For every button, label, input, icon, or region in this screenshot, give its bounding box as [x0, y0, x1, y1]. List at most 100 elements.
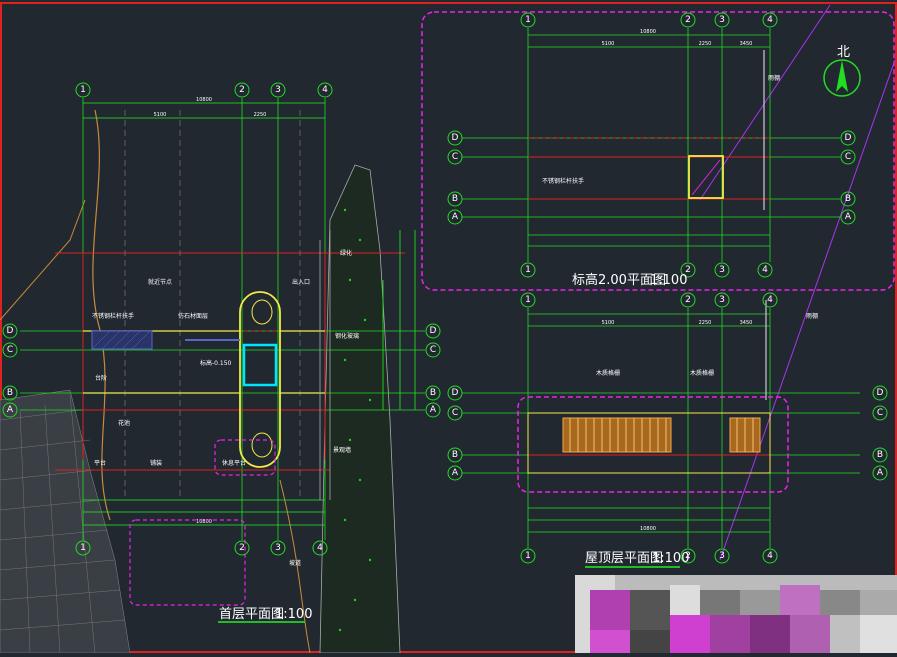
f2-axis-3-b: 3 — [719, 265, 725, 275]
floor2-dim-d1: 5100 — [602, 41, 615, 47]
floor2-axis-lines — [462, 28, 840, 262]
dim-d1-top: 5100 — [154, 112, 167, 118]
roof-dim-d1: 5100 — [602, 320, 615, 326]
axis-B: B — [7, 388, 13, 398]
floor2-axis-top: 1 2 3 4 — [520, 12, 778, 28]
axis-2: 2 — [239, 85, 245, 95]
floor1-plan: 10800 5100 2250 10800 1 2 3 4 1 2 3 4 D … — [0, 82, 441, 654]
floor1-axis-right: D C B A — [425, 323, 441, 418]
floor1-axis-top: 1 2 3 4 — [75, 82, 333, 98]
pixelated-watermark — [575, 575, 897, 653]
roof-dim-d2: 2250 — [699, 320, 712, 326]
roof-axis-top: 1 2 3 4 — [520, 292, 778, 308]
axis-3: 3 — [275, 85, 281, 95]
note-entry-node: 就近节点 — [148, 278, 172, 286]
glass-box — [242, 343, 278, 387]
axis-C: C — [7, 345, 13, 355]
note-green: 绿化 — [340, 249, 352, 257]
r-axis-B: B — [452, 450, 458, 460]
axis-3-b: 3 — [275, 543, 281, 553]
capsule-bottom-circle — [251, 432, 273, 458]
f2-axis-B: B — [452, 194, 458, 204]
f2-axis-1: 1 — [525, 15, 531, 25]
dim-total-top: 10800 — [196, 97, 212, 103]
floor2-stair-line — [691, 159, 721, 196]
capsule-core — [239, 291, 281, 468]
dim-d2-top: 2250 — [254, 112, 267, 118]
roof-note-timber-2: 木质格栅 — [690, 369, 714, 377]
floor2-axis-left: D C B A — [447, 130, 463, 225]
axis-1-b: 1 — [80, 543, 86, 553]
note-railing: 不锈钢栏杆扶手 — [92, 312, 134, 320]
cad-drawing: 10800 5100 2250 10800 1 2 3 4 1 2 3 4 D … — [0, 0, 897, 654]
timber-grille-1 — [562, 417, 672, 453]
r-axis-1-b: 1 — [525, 551, 531, 561]
roof-plan: 5100 2250 3450 10800 1 2 3 4 1 2 3 4 D C… — [447, 292, 888, 568]
note-glass: 钢化玻璃 — [335, 332, 359, 340]
f2-axis-1-b: 1 — [525, 265, 531, 275]
axis-C-r: C — [430, 345, 436, 355]
drawing-svg: 10800 5100 2250 10800 1 2 3 4 1 2 3 4 D … — [0, 2, 897, 654]
axis-D-r: D — [430, 326, 437, 336]
floor2-boundary — [421, 11, 895, 291]
axis-4: 4 — [322, 85, 328, 95]
r-axis-B-r: B — [877, 450, 883, 460]
f2-axis-4-b: 4 — [762, 265, 768, 275]
axis-2-b: 2 — [239, 543, 245, 553]
r-axis-C: C — [452, 408, 458, 418]
axis-B-r: B — [430, 388, 436, 398]
note-platform: 平台 — [94, 459, 106, 467]
note-entrance: 出入口 — [292, 278, 310, 286]
floor1-axis-bottom: 1 2 3 4 — [75, 540, 328, 556]
north-arrow-icon: 北 — [823, 45, 861, 97]
roof-dim-total: 10800 — [640, 526, 656, 532]
r-axis-C-r: C — [877, 408, 883, 418]
note-stone: 仿石材面层 — [178, 312, 208, 320]
axis-A: A — [7, 405, 14, 415]
site-edge — [0, 199, 86, 321]
axis-1: 1 — [80, 85, 86, 95]
floor2-note-canopy: 雨棚 — [768, 74, 780, 82]
floor2-scale: 1:100 — [650, 273, 687, 288]
note-ramp: 坡道 — [289, 559, 301, 567]
roof-scale: 1:100 — [652, 551, 689, 566]
r-axis-2: 2 — [685, 295, 691, 305]
note-rest: 休息平台 — [222, 459, 246, 467]
f2-axis-4: 4 — [767, 15, 773, 25]
floor2-diagonal-2 — [719, 59, 896, 561]
axis-A-r: A — [430, 405, 437, 415]
r-axis-D-r: D — [877, 388, 884, 398]
f2-axis-C: C — [452, 152, 458, 162]
floor2-diagonal-1 — [699, 4, 831, 201]
floor2-plan: 10800 5100 2250 3450 北 1 2 3 4 1 2 3 4 D… — [421, 4, 896, 561]
floor2-grid — [528, 137, 770, 200]
r-axis-1: 1 — [525, 295, 531, 305]
axis-4-b: 4 — [317, 543, 323, 553]
floor2-dim-d3: 3450 — [740, 41, 753, 47]
r-axis-3-b: 3 — [719, 551, 725, 561]
roof-axis-left: D C B A — [447, 385, 463, 481]
r-axis-A: A — [452, 468, 459, 478]
note-paving: 铺装 — [150, 459, 162, 467]
f2-axis-3: 3 — [719, 15, 725, 25]
r-axis-3: 3 — [719, 295, 725, 305]
capsule-top-circle — [251, 299, 273, 325]
planting-area-right — [319, 164, 401, 654]
drawing-frame — [0, 2, 897, 653]
note-planter: 花池 — [118, 419, 130, 427]
f2-axis-D-r: D — [845, 133, 852, 143]
note-level: 标高-0.150 — [200, 359, 232, 367]
r-axis-D: D — [452, 388, 459, 398]
north-label: 北 — [837, 45, 850, 60]
roof-dim-d3: 3450 — [740, 320, 753, 326]
f2-axis-D: D — [452, 133, 459, 143]
floor1-scale: 1:100 — [275, 607, 312, 622]
f2-axis-C-r: C — [845, 152, 851, 162]
f2-axis-A: A — [452, 212, 459, 222]
roof-note-timber: 木质格栅 — [596, 369, 620, 377]
roof-note-canopy: 雨棚 — [806, 312, 818, 320]
roof-axis-right: D C B A — [872, 385, 888, 481]
r-axis-A-r: A — [877, 468, 884, 478]
floor2-dim-total: 10800 — [640, 29, 656, 35]
r-axis-4-b: 4 — [767, 551, 773, 561]
